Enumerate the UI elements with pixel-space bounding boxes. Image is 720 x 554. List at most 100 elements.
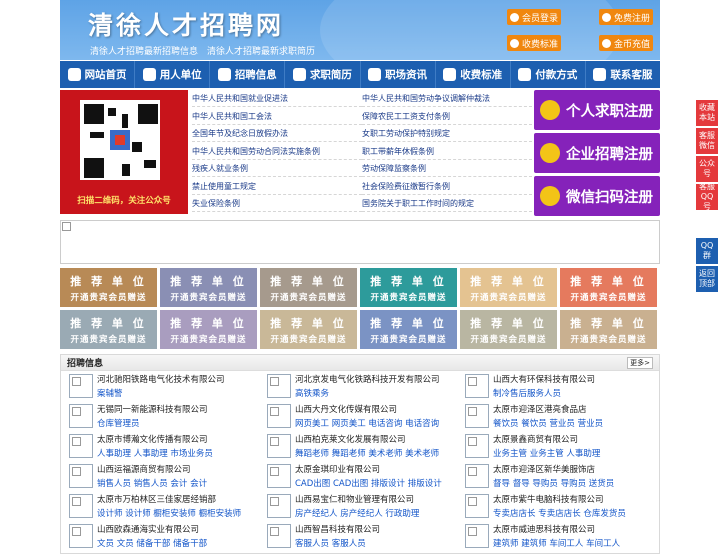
job-positions[interactable]: 文员 文员 储备干部 储备干部	[97, 537, 207, 549]
company-logo-icon[interactable]	[465, 494, 489, 518]
company-logo-icon[interactable]	[465, 464, 489, 488]
law-link[interactable]: 全国年节及纪念日放假办法	[192, 125, 362, 142]
more-link[interactable]: 更多>	[627, 356, 653, 369]
law-link[interactable]: 中华人民共和国就业促进法	[192, 90, 362, 107]
law-link[interactable]: 中华人民共和国工会法	[192, 108, 362, 125]
company-name[interactable]: 太原市迎泽区港亮食品店	[493, 403, 587, 415]
company-logo-icon[interactable]	[267, 374, 291, 398]
pricing-button[interactable]: 收费标准	[507, 35, 561, 51]
company-logo-icon[interactable]	[465, 524, 489, 548]
login-button[interactable]: 会员登录	[507, 9, 561, 25]
company-name[interactable]: 太原市迎泽区新华美服饰店	[493, 463, 595, 475]
company-name[interactable]: 山西大有环保科技有限公司	[493, 373, 595, 385]
side-bookmark[interactable]: 收藏本站	[696, 100, 718, 126]
recharge-button[interactable]: 金币充值	[599, 35, 653, 51]
side-official-account[interactable]: 公众号	[696, 156, 718, 182]
job-item[interactable]: 太原金琪印业有限公司 CAD出图 CAD出图 排版设计 排版设计	[263, 463, 459, 491]
job-positions[interactable]: 专卖店店长 专卖店店长 仓库发货员	[493, 507, 626, 519]
job-positions[interactable]: 案辅警	[97, 387, 123, 399]
nav-payment[interactable]: 付款方式	[511, 61, 586, 88]
company-logo-icon[interactable]	[69, 374, 93, 398]
company-name[interactable]: 河北驰阳铁路电气化技术有限公司	[97, 373, 225, 385]
job-item[interactable]: 山西欧森通海实业有限公司 文员 文员 储备干部 储备干部	[65, 523, 261, 551]
job-item[interactable]: 山西大丹文化传媒有限公司网页美工 网页美工 电话咨询 电话咨询	[263, 403, 459, 431]
company-name[interactable]: 太原金琪印业有限公司	[295, 463, 380, 475]
company-name[interactable]: 山西运福源商贸有限公司	[97, 463, 191, 475]
job-item[interactable]: 山西智昌科技有限公司 客服人员 客服人员	[263, 523, 459, 551]
personal-register-button[interactable]: 个人求职注册	[534, 90, 660, 130]
recommend-slot[interactable]: 推 荐 单 位开通贵宾会员赠送	[460, 310, 557, 349]
law-link[interactable]: 劳动保障监察条例	[362, 160, 532, 177]
company-logo-icon[interactable]	[69, 524, 93, 548]
job-positions[interactable]: 仓库管理员	[97, 417, 140, 429]
job-positions[interactable]: 餐饮员 餐饮员 营业员 营业员	[493, 417, 603, 429]
company-logo-icon[interactable]	[267, 404, 291, 428]
job-item[interactable]: 山西运福源商贸有限公司销售人员 销售人员 会计 会计	[65, 463, 261, 491]
job-item[interactable]: 太原市万柏林区三佳家居经销部设计师 设计师 橱柜安装师 橱柜安装师	[65, 493, 261, 521]
site-logo[interactable]: 清徐人才招聘网	[88, 6, 284, 42]
recommend-slot[interactable]: 推 荐 单 位开通贵宾会员赠送	[60, 310, 157, 349]
recommend-slot[interactable]: 推 荐 单 位开通贵宾会员赠送	[60, 268, 157, 307]
job-positions[interactable]: CAD出图 CAD出图 排版设计 排版设计	[295, 477, 442, 489]
law-link[interactable]: 中华人民共和国劳动合同法实施条例	[192, 143, 362, 160]
company-register-button[interactable]: 企业招聘注册	[534, 133, 660, 173]
side-qq[interactable]: 客服QQ号	[696, 182, 718, 211]
company-name[interactable]: 太原市博瀚文化传播有限公司	[97, 433, 208, 445]
job-positions[interactable]: 人事助理 人事助理 市场业务员	[97, 447, 213, 459]
job-item[interactable]: 河北京发电气化铁路科技开发有限公司 高铁乘务	[263, 373, 459, 401]
wechat-register-button[interactable]: 微信扫码注册	[534, 176, 660, 216]
nav-home[interactable]: 网站首页	[60, 61, 136, 88]
company-name[interactable]: 山西大丹文化传媒有限公司	[295, 403, 397, 415]
job-item[interactable]: 山西易宝仁和物业管理有限公司 房产经纪人 房产经纪人 行政助理	[263, 493, 459, 521]
job-item[interactable]: 山西大有环保科技有限公司 制冷售后服务人员	[461, 373, 657, 401]
job-positions[interactable]: 制冷售后服务人员	[493, 387, 561, 399]
company-name[interactable]: 山西欧森通海实业有限公司	[97, 523, 199, 535]
recommend-slot[interactable]: 推 荐 单 位开通贵宾会员赠送	[260, 310, 357, 349]
job-item[interactable]: 无锡同一新能源科技有限公司 仓库管理员	[65, 403, 261, 431]
company-logo-icon[interactable]	[267, 494, 291, 518]
side-qq-group[interactable]: QQ群	[696, 238, 718, 264]
job-positions[interactable]: 网页美工 网页美工 电话咨询 电话咨询	[295, 417, 439, 429]
law-link[interactable]: 女职工劳动保护特别规定	[362, 125, 532, 142]
company-name[interactable]: 无锡同一新能源科技有限公司	[97, 403, 208, 415]
job-positions[interactable]: 客服人员 客服人员	[295, 537, 366, 549]
job-positions[interactable]: 房产经纪人 房产经纪人 行政助理	[295, 507, 419, 519]
law-link[interactable]: 失业保险条例	[192, 195, 362, 212]
company-name[interactable]: 太原市万柏林区三佳家居经销部	[97, 493, 216, 505]
side-back-top[interactable]: 返回顶部	[696, 266, 718, 292]
nav-news[interactable]: 职场资讯	[361, 61, 436, 88]
job-positions[interactable]: 建筑师 建筑师 车间工人 车间工人	[493, 537, 620, 549]
job-item[interactable]: 河北驰阳铁路电气化技术有限公司 案辅警	[65, 373, 261, 401]
company-logo-icon[interactable]	[267, 524, 291, 548]
company-name[interactable]: 河北京发电气化铁路科技开发有限公司	[295, 373, 440, 385]
law-link[interactable]: 中华人民共和国劳动争议调解仲裁法	[362, 90, 532, 107]
recommend-slot[interactable]: 推 荐 单 位开通贵宾会员赠送	[160, 310, 257, 349]
recommend-slot[interactable]: 推 荐 单 位开通贵宾会员赠送	[360, 268, 457, 307]
recommend-slot[interactable]: 推 荐 单 位开通贵宾会员赠送	[460, 268, 557, 307]
company-logo-icon[interactable]	[267, 434, 291, 458]
recommend-slot[interactable]: 推 荐 单 位开通贵宾会员赠送	[160, 268, 257, 307]
job-item[interactable]: 太原市博瀚文化传播有限公司 人事助理 人事助理 市场业务员	[65, 433, 261, 461]
company-logo-icon[interactable]	[465, 434, 489, 458]
law-link[interactable]: 国务院关于职工工作时间的规定	[362, 195, 532, 212]
job-positions[interactable]: 高铁乘务	[295, 387, 329, 399]
register-button[interactable]: 免费注册	[599, 9, 653, 25]
job-positions[interactable]: 设计师 设计师 橱柜安装师 橱柜安装师	[97, 507, 241, 519]
job-item[interactable]: 太原市迎泽区新华美服饰店督导 督导 导购员 导购员 送货员	[461, 463, 657, 491]
job-positions[interactable]: 舞蹈老师 舞蹈老师 美术老师 美术老师	[295, 447, 439, 459]
job-positions[interactable]: 督导 督导 导购员 导购员 送货员	[493, 477, 614, 489]
side-wechat[interactable]: 客服微信	[696, 128, 718, 154]
company-logo-icon[interactable]	[69, 434, 93, 458]
law-link[interactable]: 职工带薪年休假条例	[362, 143, 532, 160]
recommend-slot[interactable]: 推 荐 单 位开通贵宾会员赠送	[260, 268, 357, 307]
company-logo-icon[interactable]	[465, 374, 489, 398]
job-positions[interactable]: 销售人员 销售人员 会计 会计	[97, 477, 207, 489]
company-logo-icon[interactable]	[69, 404, 93, 428]
recommend-slot[interactable]: 推 荐 单 位开通贵宾会员赠送	[560, 268, 657, 307]
company-name[interactable]: 山西智昌科技有限公司	[295, 523, 380, 535]
company-logo-icon[interactable]	[267, 464, 291, 488]
nav-employers[interactable]: 用人单位	[135, 61, 211, 88]
recommend-slot[interactable]: 推 荐 单 位开通贵宾会员赠送	[560, 310, 657, 349]
job-item[interactable]: 山西柏克莱文化发展有限公司 舞蹈老师 舞蹈老师 美术老师 美术老师	[263, 433, 459, 461]
law-link[interactable]: 社会保险费征缴暂行条例	[362, 178, 532, 195]
